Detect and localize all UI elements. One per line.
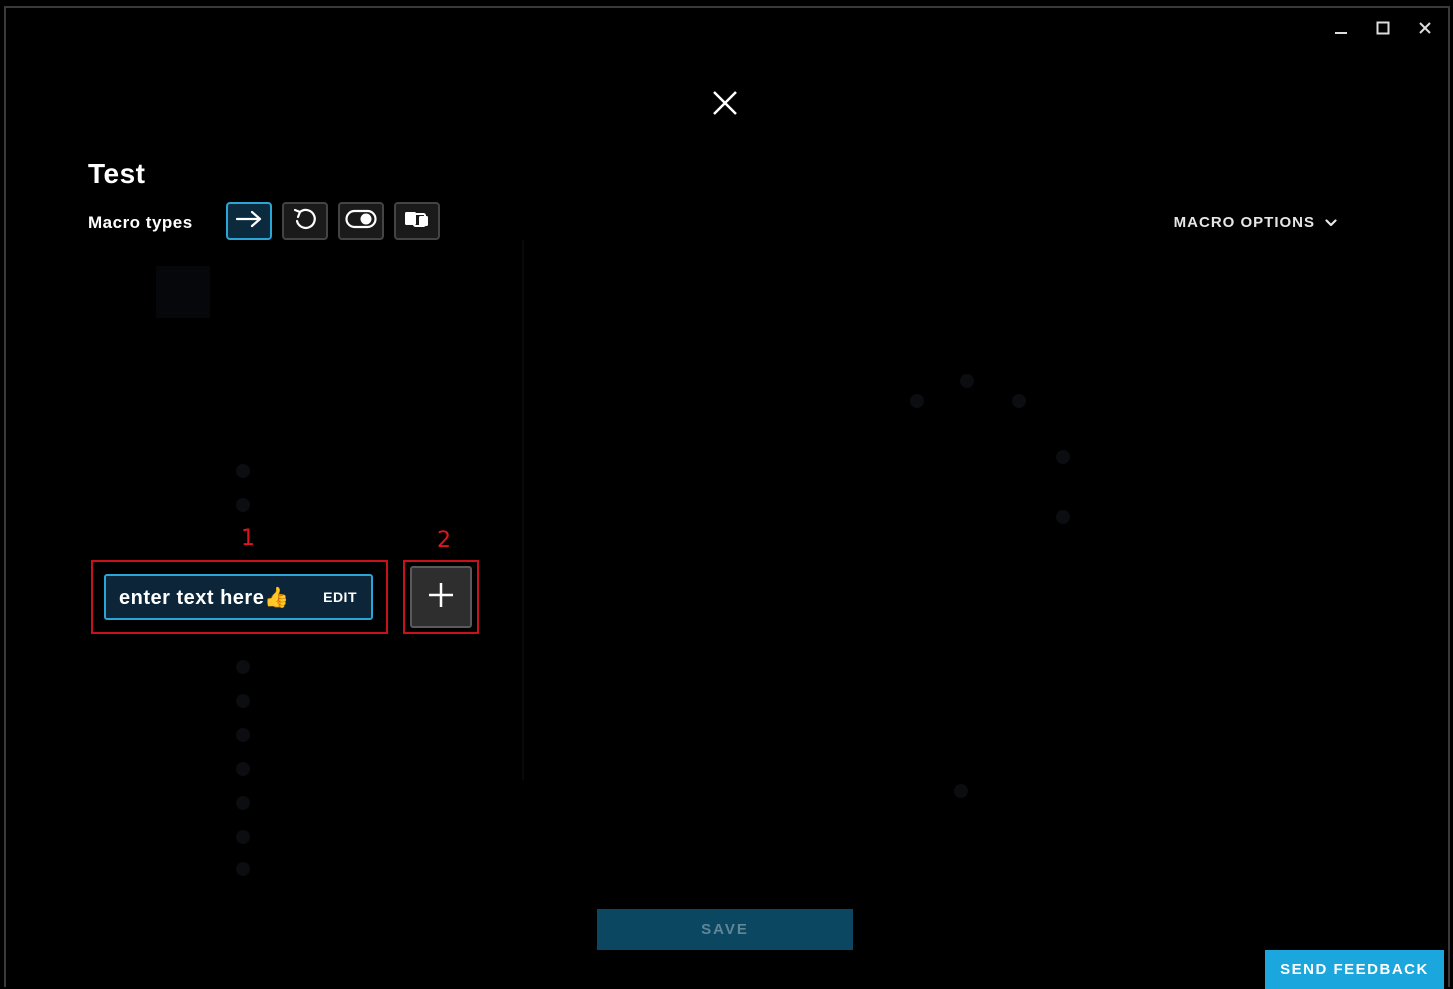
background-panel (156, 266, 210, 318)
app-window (4, 6, 1450, 987)
background-dot (954, 784, 968, 798)
send-feedback-button[interactable]: SEND FEEDBACK (1265, 950, 1444, 989)
macro-type-noRepeat-button[interactable] (226, 202, 272, 240)
save-button[interactable]: SAVE (597, 909, 853, 950)
macro-type-toggle-button[interactable] (338, 202, 384, 240)
background-dot (236, 862, 250, 876)
close-x-icon[interactable] (710, 88, 740, 118)
repeat-icon (292, 206, 318, 237)
add-action-button[interactable] (410, 566, 472, 628)
background-dot (236, 796, 250, 810)
background-dot (236, 660, 250, 674)
background-dot (910, 394, 924, 408)
text-macro-chip[interactable]: enter text here👍 EDIT (104, 574, 373, 620)
macro-type-sequence-button[interactable] (394, 202, 440, 240)
macro-options-dropdown[interactable]: MACRO OPTIONS (1174, 214, 1337, 231)
edit-button[interactable]: EDIT (323, 589, 357, 605)
background-dot (236, 498, 250, 512)
close-icon[interactable] (1415, 18, 1435, 38)
macro-options-label: MACRO OPTIONS (1173, 214, 1315, 231)
toggle-icon (345, 209, 377, 234)
window-controls (1331, 18, 1435, 38)
text-macro-value: enter text here👍 (119, 586, 290, 609)
background-dot (236, 728, 250, 742)
background-dot (236, 830, 250, 844)
annotation-marker-2: 2 (437, 528, 451, 553)
macro-types-group (226, 202, 440, 240)
background-dot (960, 374, 974, 388)
background-dot (236, 464, 250, 478)
background-dot (236, 762, 250, 776)
macro-title: Test (88, 158, 146, 189)
annotation-marker-1: 1 (241, 526, 255, 551)
macro-types-label: Macro types (88, 213, 193, 232)
background-dot (236, 694, 250, 708)
background-divider (522, 240, 524, 780)
minimize-icon[interactable] (1331, 18, 1351, 38)
background-dot (1056, 450, 1070, 464)
sequence-icon (403, 209, 431, 234)
arrow-right-icon (235, 210, 263, 233)
chevron-down-icon (1325, 214, 1337, 231)
background-dot (1056, 510, 1070, 524)
plus-icon (427, 581, 455, 614)
macro-type-repeat-button[interactable] (282, 202, 328, 240)
maximize-icon[interactable] (1373, 18, 1393, 38)
background-dot (1012, 394, 1026, 408)
